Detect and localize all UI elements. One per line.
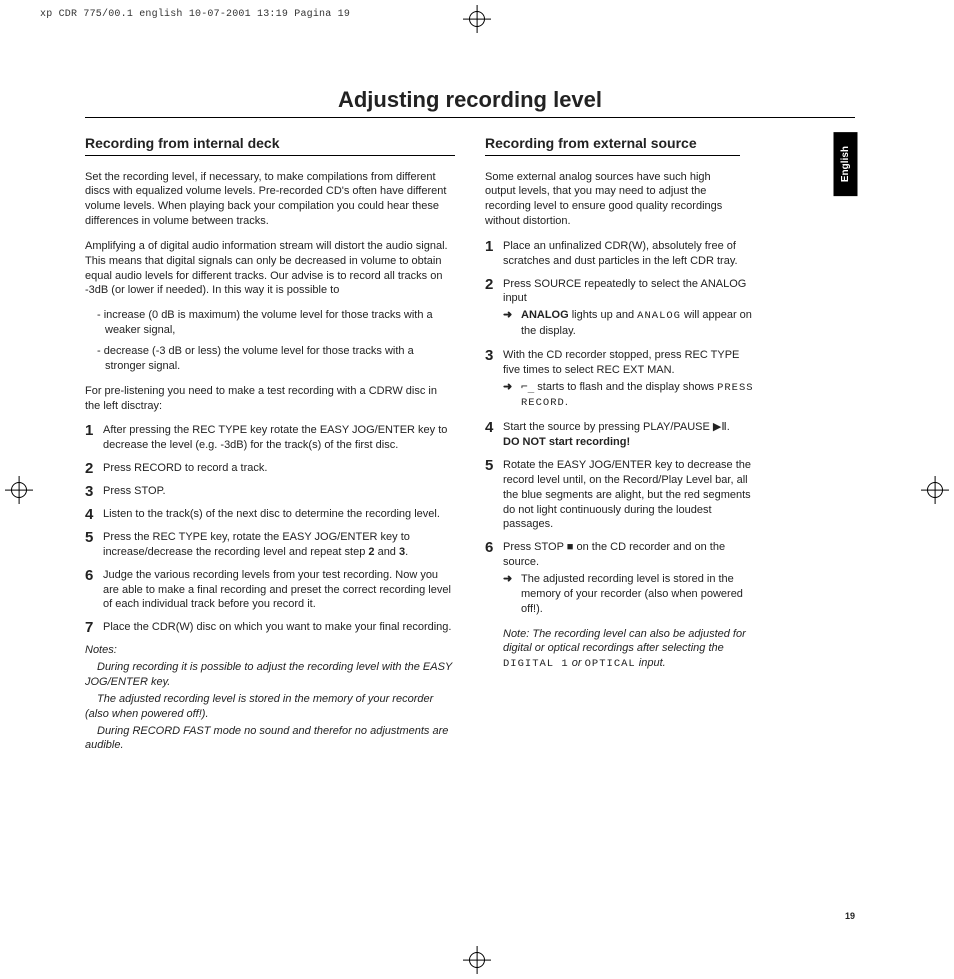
crop-mark-top	[462, 4, 492, 34]
left-heading: Recording from internal deck	[85, 134, 455, 156]
step-number: 5	[85, 530, 103, 560]
step-number: 6	[485, 540, 503, 618]
print-metadata-header: xp CDR 775/00.1 english 10-07-2001 13:19…	[40, 8, 350, 22]
page-content: Adjusting recording level Recording from…	[85, 85, 855, 755]
left-notes: Notes: During recording it is possible t…	[85, 643, 455, 753]
left-step-7: Place the CDR(W) disc on which you want …	[103, 620, 455, 635]
arrow-icon: ➜	[503, 572, 521, 617]
right-step-6: Press STOP ■ on the CD recorder and on t…	[503, 540, 755, 618]
left-steps: 1After pressing the REC TYPE key rotate …	[85, 423, 455, 635]
right-note: Note: The recording level can also be ad…	[503, 627, 763, 672]
right-para-1: Some external analog sources have such h…	[485, 170, 740, 229]
arrow-icon: ➜	[503, 308, 521, 338]
left-para-2: Amplifying a of digital audio informatio…	[85, 239, 455, 298]
arrow-icon: ➜	[503, 380, 521, 410]
left-step-3: Press STOP.	[103, 484, 455, 499]
left-bullet-2: - decrease (-3 dB or less) the volume le…	[97, 344, 455, 374]
left-column: Recording from internal deck Set the rec…	[85, 134, 455, 756]
page-number: 19	[845, 910, 855, 922]
step-number: 3	[485, 348, 503, 412]
left-step-5: Press the REC TYPE key, rotate the EASY …	[103, 530, 455, 560]
step-number: 6	[85, 568, 103, 613]
left-step-4: Listen to the track(s) of the next disc …	[103, 507, 455, 522]
crop-mark-left	[4, 475, 34, 505]
play-pause-icon: ▶Ⅱ	[713, 421, 727, 433]
left-para-3: For pre-listening you need to make a tes…	[85, 384, 455, 414]
step-number: 2	[485, 277, 503, 341]
right-steps: 1Place an unfinalized CDR(W), absolutely…	[485, 239, 755, 619]
left-para-1: Set the recording level, if necessary, t…	[85, 170, 455, 229]
left-bullet-list: - increase (0 dB is maximum) the volume …	[97, 308, 455, 373]
step-number: 7	[85, 620, 103, 635]
left-step-1: After pressing the REC TYPE key rotate t…	[103, 423, 455, 453]
crop-mark-right	[920, 475, 950, 505]
crop-mark-bottom	[462, 945, 492, 975]
right-step-4: Start the source by pressing PLAY/PAUSE …	[503, 420, 755, 450]
right-heading: Recording from external source	[485, 134, 740, 156]
right-step-1: Place an unfinalized CDR(W), absolutely …	[503, 239, 755, 269]
step-number: 4	[85, 507, 103, 522]
left-step-6: Judge the various recording levels from …	[103, 568, 455, 613]
left-step-2: Press RECORD to record a track.	[103, 461, 455, 476]
step-number: 2	[85, 461, 103, 476]
step-number: 3	[85, 484, 103, 499]
left-note-3: During RECORD FAST mode no sound and the…	[85, 724, 455, 754]
left-note-2: The adjusted recording level is stored i…	[85, 692, 455, 722]
chapter-title: Adjusting recording level	[85, 85, 855, 118]
right-step-3: With the CD recorder stopped, press REC …	[503, 348, 755, 412]
step-number: 1	[485, 239, 503, 269]
left-note-1: During recording it is possible to adjus…	[85, 660, 455, 690]
step-number: 4	[485, 420, 503, 450]
left-bullet-1: - increase (0 dB is maximum) the volume …	[97, 308, 455, 338]
remote-icon: ⌐_	[521, 380, 534, 393]
step-number: 5	[485, 458, 503, 532]
right-column: English Recording from external source S…	[485, 134, 855, 756]
language-tab: English	[834, 132, 858, 196]
notes-title: Notes:	[85, 643, 455, 658]
right-step-5: Rotate the EASY JOG/ENTER key to decreas…	[503, 458, 755, 532]
step-number: 1	[85, 423, 103, 453]
right-step-2: Press SOURCE repeatedly to select the AN…	[503, 277, 755, 341]
